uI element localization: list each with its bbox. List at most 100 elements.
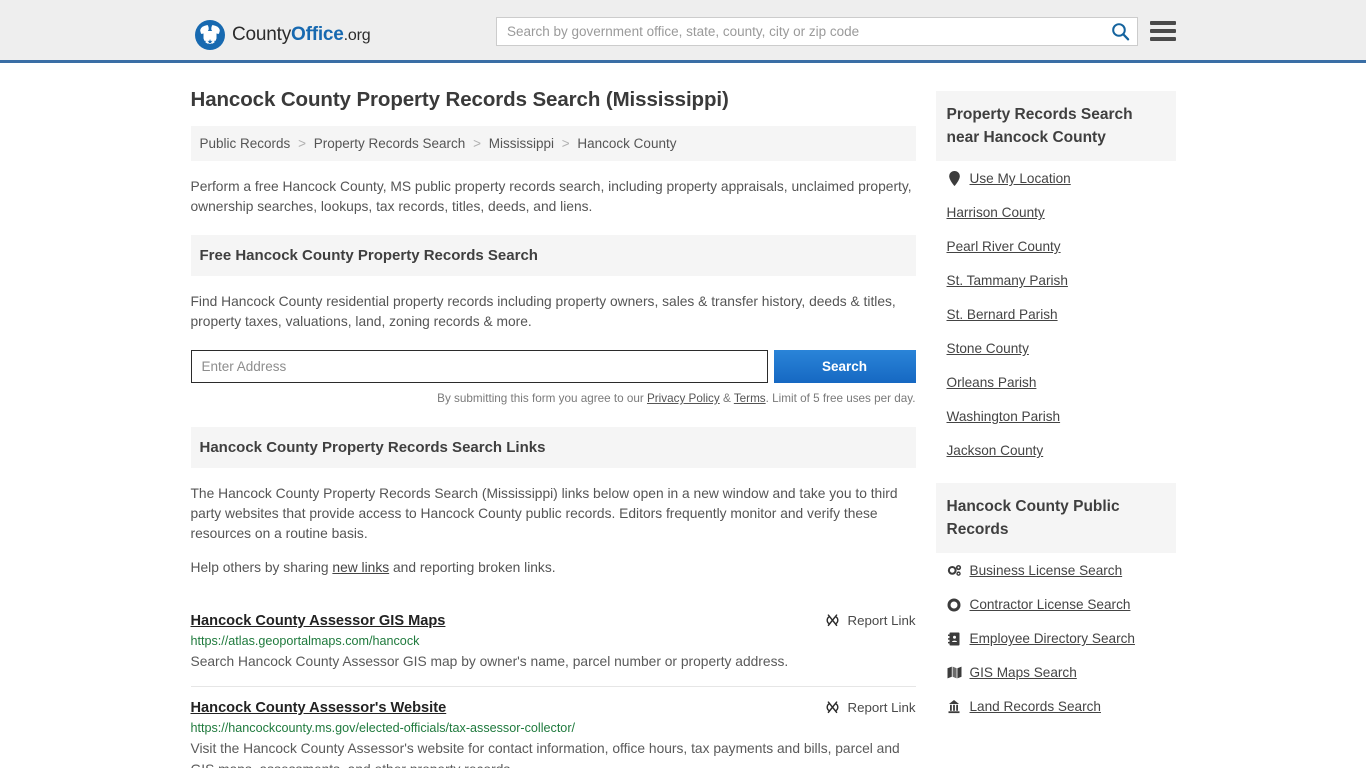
- sidebar-item-business-license-search[interactable]: Business License Search: [936, 553, 1176, 587]
- fineprint-amp: &: [719, 392, 734, 405]
- sidebar-item-st-tammany-parish[interactable]: St. Tammany Parish: [936, 263, 1176, 297]
- sidebar-link-label[interactable]: Jackson County: [947, 443, 1044, 458]
- page-title: Hancock County Property Records Search (…: [190, 88, 729, 111]
- map-pin-icon: [947, 171, 962, 186]
- public-records-list: Business License Search Contractor Licen…: [936, 553, 1176, 723]
- result-description: Visit the Hancock County Assessor's webs…: [190, 741, 900, 768]
- public-records-panel: Hancock County Public Records Business L…: [935, 483, 1176, 723]
- sidebar-item-st-bernard-parish[interactable]: St. Bernard Parish: [936, 297, 1176, 331]
- result-title-link[interactable]: Hancock County Assessor GIS Maps: [191, 613, 446, 629]
- sidebar-item-harrison-county[interactable]: Harrison County: [936, 195, 1176, 229]
- result-item: Hancock County Assessor's Website Report…: [190, 686, 916, 768]
- global-search-bar: [496, 17, 1138, 46]
- result-title-link[interactable]: Hancock County Assessor's Website: [191, 700, 447, 716]
- report-link-label: Report Link: [847, 700, 916, 715]
- sidebar-link-label[interactable]: Orleans Parish: [947, 375, 1037, 390]
- breadcrumb-item-3[interactable]: Hancock County: [577, 136, 676, 151]
- nearby-search-list: Use My Location Harrison County Pearl Ri…: [936, 161, 1176, 467]
- cog-icon: [947, 598, 962, 612]
- global-search-submit-button[interactable]: [1103, 18, 1137, 45]
- terms-link[interactable]: Terms: [734, 392, 766, 405]
- sidebar-link-label[interactable]: Washington Parish: [947, 409, 1061, 424]
- sidebar-item-washington-parish[interactable]: Washington Parish: [936, 399, 1176, 433]
- map-icon: [947, 666, 962, 679]
- breadcrumb-item-2[interactable]: Mississippi: [489, 136, 554, 151]
- menu-bar-2: [1150, 29, 1176, 33]
- main-column: Hancock County Property Records Search (…: [190, 83, 916, 768]
- breadcrumb-separator-1: >: [473, 136, 481, 151]
- nearby-search-panel: Property Records Search near Hancock Cou…: [935, 91, 1176, 467]
- menu-icon[interactable]: [1150, 18, 1176, 44]
- links-section-description: The Hancock County Property Records Sear…: [190, 486, 898, 541]
- sidebar-link-label[interactable]: St. Tammany Parish: [947, 273, 1068, 288]
- breadcrumb: Public Records > Property Records Search…: [190, 126, 916, 161]
- links-help-suffix: and reporting broken links.: [389, 560, 556, 575]
- brand-text-county: County: [232, 24, 292, 45]
- breadcrumb-separator-2: >: [561, 136, 570, 151]
- privacy-policy-link[interactable]: Privacy Policy: [647, 392, 720, 405]
- sidebar-link-label[interactable]: Business License Search: [970, 563, 1123, 578]
- result-url: https://hancockcounty.ms.gov/elected-off…: [190, 721, 576, 735]
- sidebar-link-label[interactable]: Pearl River County: [947, 239, 1061, 254]
- sidebar-item-contractor-license-search[interactable]: Contractor License Search: [936, 587, 1176, 621]
- public-records-heading: Hancock County Public Records: [935, 483, 1176, 553]
- sidebar-item-pearl-river-county[interactable]: Pearl River County: [936, 229, 1176, 263]
- nearby-search-heading: Property Records Search near Hancock Cou…: [935, 91, 1176, 161]
- site-header: ★★★ CountyOffice.org: [0, 0, 1366, 63]
- brand-text-office: Office: [291, 24, 344, 45]
- brand-wordmark: CountyOffice.org: [232, 24, 371, 46]
- fineprint-suffix: . Limit of 5 free uses per day.: [765, 392, 916, 405]
- county-office-emblem-icon: ★★★: [195, 20, 225, 50]
- report-link-button[interactable]: Report Link: [811, 613, 916, 628]
- sidebar-item-jackson-county[interactable]: Jackson County: [936, 433, 1176, 467]
- result-description: Search Hancock County Assessor GIS map b…: [190, 654, 789, 669]
- unlink-icon: [826, 701, 838, 714]
- cogs-icon: [947, 564, 962, 578]
- sidebar: Property Records Search near Hancock Cou…: [935, 83, 1176, 768]
- sidebar-link-label[interactable]: St. Bernard Parish: [947, 307, 1058, 322]
- unlink-icon: [826, 614, 838, 627]
- result-header: Hancock County Assessor's Website Report…: [191, 700, 916, 716]
- menu-bar-1: [1150, 21, 1176, 25]
- result-header: Hancock County Assessor GIS Maps Report …: [191, 613, 916, 629]
- sidebar-item-use-my-location[interactable]: Use My Location: [936, 161, 1176, 195]
- sidebar-item-land-records-search[interactable]: Land Records Search: [936, 689, 1176, 723]
- search-icon: [1111, 23, 1129, 41]
- free-search-description: Find Hancock County residential property…: [190, 294, 896, 329]
- address-input[interactable]: [190, 350, 768, 383]
- result-url: https://atlas.geoportalmaps.com/hancock: [190, 634, 420, 648]
- report-link-button[interactable]: Report Link: [811, 700, 916, 715]
- new-links-link[interactable]: new links: [332, 560, 389, 575]
- sidebar-item-stone-county[interactable]: Stone County: [936, 331, 1176, 365]
- page-intro-text: Perform a free Hancock County, MS public…: [190, 179, 912, 214]
- menu-bar-3: [1150, 37, 1176, 41]
- breadcrumb-item-1[interactable]: Property Records Search: [314, 136, 466, 151]
- address-search-form: Search: [190, 350, 916, 383]
- sidebar-link-label[interactable]: Land Records Search: [970, 699, 1101, 714]
- result-item: Hancock County Assessor GIS Maps Report …: [191, 600, 916, 672]
- fineprint-prefix: By submitting this form you agree to our: [437, 392, 647, 405]
- breadcrumb-item-0[interactable]: Public Records: [200, 136, 291, 151]
- brand-text-org: .org: [343, 27, 371, 44]
- report-link-label: Report Link: [847, 613, 916, 628]
- links-help-text: Help others by sharing new links and rep…: [191, 558, 916, 578]
- site-logo[interactable]: ★★★ CountyOffice.org: [195, 20, 371, 50]
- page-body: Hancock County Property Records Search (…: [0, 63, 1366, 768]
- address-book-icon: [947, 632, 962, 646]
- form-fineprint: By submitting this form you agree to our…: [191, 392, 916, 405]
- sidebar-link-label[interactable]: Contractor License Search: [970, 597, 1131, 612]
- free-search-heading: Free Hancock County Property Records Sea…: [190, 235, 916, 276]
- sidebar-link-label[interactable]: Stone County: [947, 341, 1029, 356]
- landmark-icon: [947, 699, 962, 714]
- sidebar-link-label[interactable]: GIS Maps Search: [970, 665, 1077, 680]
- sidebar-link-label[interactable]: Harrison County: [947, 205, 1045, 220]
- sidebar-item-orleans-parish[interactable]: Orleans Parish: [936, 365, 1176, 399]
- sidebar-link-label[interactable]: Employee Directory Search: [970, 631, 1135, 646]
- breadcrumb-separator-0: >: [298, 136, 306, 151]
- global-search-input[interactable]: [497, 18, 1103, 45]
- sidebar-link-label[interactable]: Use My Location: [970, 171, 1071, 186]
- address-search-button[interactable]: Search: [773, 350, 916, 383]
- sidebar-item-employee-directory-search[interactable]: Employee Directory Search: [936, 621, 1176, 655]
- links-section-heading: Hancock County Property Records Search L…: [190, 427, 916, 468]
- sidebar-item-gis-maps-search[interactable]: GIS Maps Search: [936, 655, 1176, 689]
